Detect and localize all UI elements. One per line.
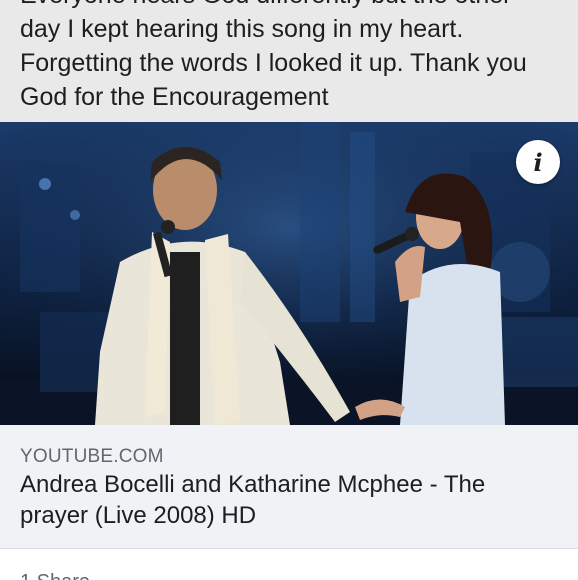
video-thumbnail[interactable]: i [0,122,578,425]
share-count[interactable]: 1 Share [20,571,90,580]
info-button[interactable]: i [516,140,560,184]
post-text: Everyone hears God differently but the o… [20,0,527,111]
link-preview[interactable]: YOUTUBE.COM Andrea Bocelli and Katharine… [0,425,578,548]
video-thumbnail-image [0,122,578,425]
post-body: Everyone hears God differently but the o… [0,0,578,122]
reactions-row: 1 Share [0,549,578,580]
link-domain: YOUTUBE.COM [20,446,164,467]
info-icon: i [533,147,543,177]
link-title[interactable]: Andrea Bocelli and Katharine Mcphee - Th… [20,469,550,531]
